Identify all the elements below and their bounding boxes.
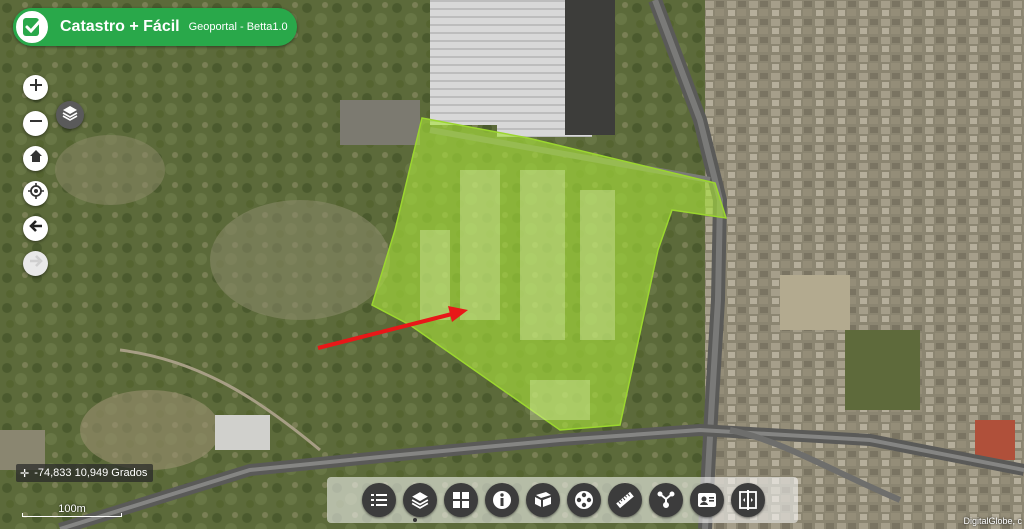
info-tool[interactable] — [485, 483, 519, 517]
layers-icon — [411, 491, 429, 509]
scale-bar: 100m — [22, 503, 122, 517]
layers-icon — [62, 105, 78, 126]
active-tool-indicator — [413, 518, 417, 522]
profile-tool[interactable] — [690, 483, 724, 517]
measure-tool[interactable] — [608, 483, 642, 517]
share-icon — [656, 490, 676, 510]
locate-button[interactable] — [23, 181, 48, 206]
scale-line — [22, 513, 122, 517]
share-tool[interactable] — [649, 483, 683, 517]
grid-icon — [452, 491, 470, 509]
info-icon — [492, 490, 512, 510]
home-icon — [29, 149, 43, 168]
app-header: Catastro + Fácil Geoportal - Betta1.0 — [13, 8, 297, 46]
swipe-tool[interactable] — [731, 483, 765, 517]
minus-icon — [29, 114, 43, 133]
locate-icon — [27, 183, 44, 204]
crosshair-icon: ✛ — [20, 467, 30, 480]
print-icon — [533, 491, 553, 509]
zoom-out-button[interactable] — [23, 111, 48, 136]
film-reel-icon — [574, 490, 594, 510]
plus-icon — [29, 78, 43, 97]
back-button[interactable] — [23, 216, 48, 241]
film-tool[interactable] — [567, 483, 601, 517]
app-subtitle: Geoportal - Betta1.0 — [188, 21, 288, 33]
home-button[interactable] — [23, 146, 48, 171]
zoom-in-button[interactable] — [23, 75, 48, 100]
satellite-imagery — [0, 0, 1024, 529]
list-icon — [370, 491, 388, 509]
app-title: Catastro + Fácil — [60, 18, 180, 35]
map-attribution: DigitalGlobe, c — [963, 516, 1022, 526]
coordinate-text: -74,833 10,949 Grados — [34, 467, 148, 479]
basemap-toggle-button[interactable] — [56, 101, 84, 129]
bottom-toolbar — [327, 477, 798, 523]
forward-button[interactable] — [23, 251, 48, 276]
layers-tool[interactable] — [403, 483, 437, 517]
ruler-icon — [615, 490, 635, 510]
arrow-left-icon — [28, 219, 43, 238]
check-shield-icon[interactable] — [13, 8, 51, 46]
swipe-icon — [738, 490, 758, 510]
legend-tool[interactable] — [362, 483, 396, 517]
print-tool[interactable] — [526, 483, 560, 517]
arrow-right-icon — [29, 254, 43, 273]
id-card-icon — [697, 491, 717, 509]
map-view[interactable] — [0, 0, 1024, 529]
coordinate-readout: ✛ -74,833 10,949 Grados — [16, 464, 154, 482]
basemaps-tool[interactable] — [444, 483, 478, 517]
